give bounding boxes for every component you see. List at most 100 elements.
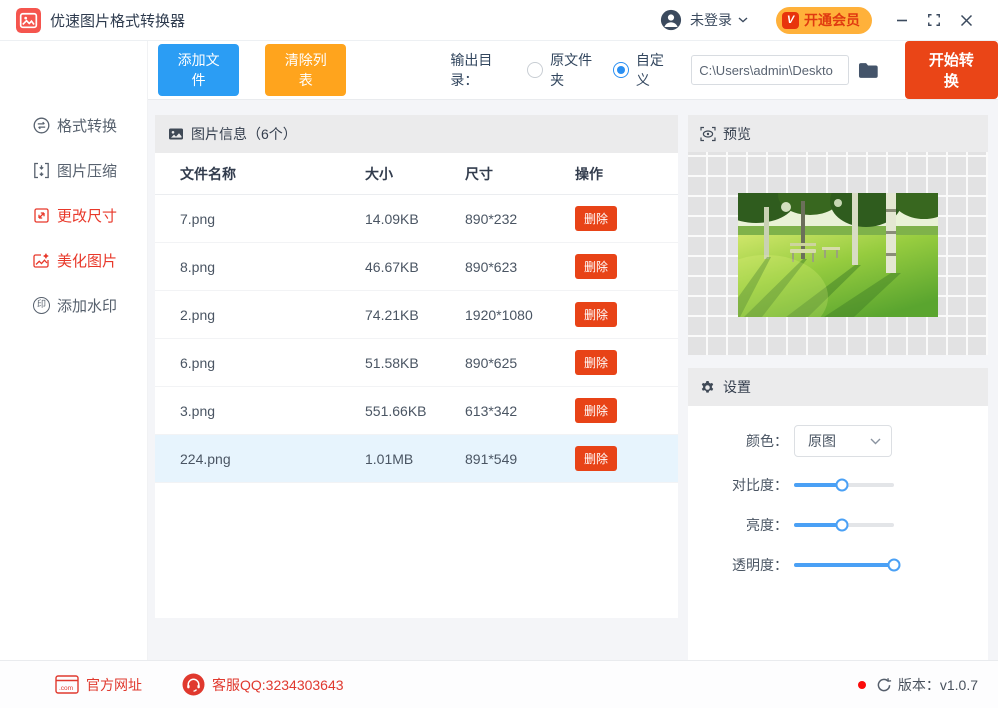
slider-thumb[interactable] [835,478,849,492]
sidebar-nav: 格式转换 图片压缩 更改尺寸 美化图片 印 添加水印 [0,41,148,660]
radio-checked-icon [613,62,629,78]
file-name: 3.png [180,402,216,419]
minimize-button[interactable] [886,4,918,36]
table-row[interactable]: 3.png 551.66KB 613*342 删除 [155,387,678,435]
table-row[interactable]: 8.png 46.67KB 890*623 删除 [155,243,678,291]
col-dimensions: 尺寸 [465,165,493,182]
app-title: 优速图片格式转换器 [50,12,186,30]
sidebar-item-label: 添加水印 [57,298,118,315]
preview-canvas [688,152,988,355]
vip-label: 开通会员 [804,12,860,28]
official-website-link[interactable]: .com 官方网址 [55,675,142,695]
file-dimensions: 890*232 [465,210,518,227]
browse-folder-icon[interactable] [858,62,879,79]
avatar-icon [660,9,682,31]
clear-list-button[interactable]: 清除列表 [265,44,347,96]
file-size: 46.67KB [365,258,419,275]
sidebar-item-label: 美化图片 [57,253,118,270]
file-name: 6.png [180,354,216,371]
sidebar-item-beautify[interactable]: 美化图片 [0,238,147,283]
official-website-label: 官方网址 [86,676,142,693]
radio-custom-folder[interactable]: 自定义 [613,50,677,90]
gear-icon [701,380,714,393]
col-filename: 文件名称 [180,165,236,182]
table-row[interactable]: 2.png 74.21KB 1920*1080 删除 [155,291,678,339]
brightness-setting-row: 亮度： [688,505,988,545]
table-row-selected[interactable]: 224.png 1.01MB 891*549 删除 [155,435,678,483]
service-qq-link[interactable]: 客服QQ:3234303643 [182,673,344,696]
sidebar-item-watermark[interactable]: 印 添加水印 [0,283,147,328]
opacity-slider[interactable] [794,558,901,572]
open-vip-button[interactable]: V 开通会员 [776,6,872,34]
delete-button[interactable]: 删除 [575,206,618,231]
col-size: 大小 [365,165,393,182]
opacity-setting-row: 透明度： [688,545,988,585]
service-qq-label: 客服QQ:3234303643 [212,676,344,693]
contrast-slider[interactable] [794,478,894,492]
preview-header: 预览 [688,115,988,152]
table-header-row: 文件名称 大小 尺寸 操作 [155,153,678,195]
add-files-button[interactable]: 添加文件 [158,44,240,96]
file-size: 51.58KB [365,354,419,371]
file-name: 8.png [180,258,216,275]
version-value: v1.0.7 [939,676,978,693]
version-area: 版本： v1.0.7 [857,675,978,695]
file-size: 1.01MB [365,450,414,467]
footer-bar: .com 官方网址 客服QQ:3234303643 版本： v1.0.7 [0,660,998,708]
slider-thumb[interactable] [887,558,901,572]
maximize-icon [928,14,940,26]
chevron-down-icon [738,17,748,23]
color-select[interactable]: 原图 [794,425,892,457]
svg-text:.com: .com [59,685,73,692]
sidebar-item-image-compress[interactable]: 图片压缩 [0,148,147,193]
brightness-slider[interactable] [794,518,894,532]
minimize-icon [897,19,907,22]
maximize-button[interactable] [918,4,950,36]
table-row[interactable]: 6.png 51.58KB 890*625 删除 [155,339,678,387]
col-action: 操作 [575,165,603,182]
sidebar-item-resize[interactable]: 更改尺寸 [0,193,147,238]
opacity-label: 透明度： [732,557,788,573]
file-name: 224.png [180,450,231,467]
toolbar: 添加文件 清除列表 输出目录： 原文件夹 自定义 开始转换 [148,41,998,100]
radio-original-folder[interactable]: 原文件夹 [527,50,605,90]
check-update-icon[interactable] [876,677,892,693]
contrast-setting-row: 对比度： [688,465,988,505]
file-dimensions: 890*623 [465,258,518,275]
table-row[interactable]: 7.png 14.09KB 890*232 删除 [155,195,678,243]
delete-button[interactable]: 删除 [575,446,618,471]
window-controls [886,4,982,36]
start-convert-button[interactable]: 开始转换 [904,41,998,99]
status-dot-icon [857,680,866,689]
main-content: 图片信息（6个） 文件名称 大小 尺寸 操作 7.png 14.09KB 890… [148,100,998,660]
watermark-icon: 印 [33,297,50,314]
sidebar-item-format-convert[interactable]: 格式转换 [0,103,147,148]
preview-eye-icon [700,126,716,141]
file-size: 551.66KB [365,402,427,419]
customer-service-icon [182,673,205,696]
file-dimensions: 1920*1080 [465,306,533,323]
preview-image[interactable] [738,193,938,317]
delete-button[interactable]: 删除 [575,350,618,375]
output-path-input[interactable] [691,55,850,85]
file-dimensions: 891*549 [465,450,518,467]
delete-button[interactable]: 删除 [575,398,618,423]
file-name: 2.png [180,306,216,323]
sidebar-item-label: 更改尺寸 [57,208,118,225]
image-info-icon [169,128,183,140]
close-icon [960,14,972,26]
settings-panel: 颜色： 原图 对比度： 亮度： 透明度： [688,406,988,660]
close-button[interactable] [950,4,982,36]
user-account-menu[interactable]: 未登录 [660,9,748,31]
slider-thumb[interactable] [835,518,849,532]
slider-fill [794,563,894,567]
preview-title: 预览 [723,125,751,142]
delete-button[interactable]: 删除 [575,302,618,327]
vip-badge-icon: V [782,11,799,29]
website-icon: .com [55,675,79,694]
contrast-label: 对比度： [732,477,788,493]
sidebar-item-label: 格式转换 [57,118,118,135]
output-dir-label: 输出目录： [450,52,493,88]
sidebar-item-label: 图片压缩 [57,163,118,180]
delete-button[interactable]: 删除 [575,254,618,279]
